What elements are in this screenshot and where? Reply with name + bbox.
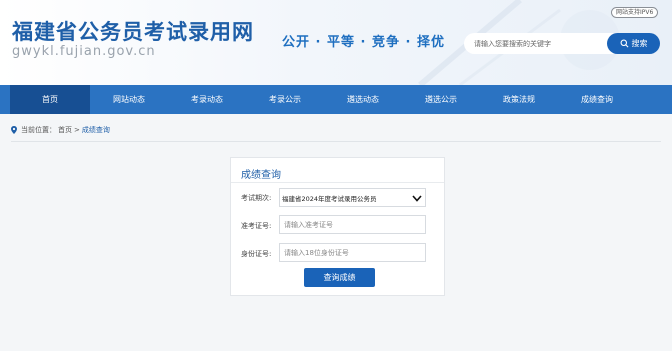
- exam-period-select[interactable]: 福建省2024年度考试录用公务员: [279, 188, 426, 207]
- nav-item-policies[interactable]: 政策法规: [480, 85, 558, 114]
- admission-number-label: 准考证号:: [241, 222, 272, 230]
- breadcrumb-separator: >: [74, 126, 80, 134]
- exam-period-label: 考试期次:: [241, 194, 272, 202]
- nav-item-score-query[interactable]: 成绩查询: [558, 85, 636, 114]
- nav-item-exam-news[interactable]: 考录动态: [168, 85, 246, 114]
- score-query-panel: 成绩查询 考试期次: 福建省2024年度考试录用公务员 准考证号: 身份证号: …: [230, 157, 445, 296]
- breadcrumb-home-link[interactable]: 首页: [58, 125, 72, 135]
- nav-item-site-news[interactable]: 网站动态: [90, 85, 168, 114]
- query-score-button[interactable]: 查询成绩: [304, 268, 375, 287]
- breadcrumb-current: 成绩查询: [81, 126, 110, 134]
- panel-title-divider: [231, 182, 444, 183]
- chevron-down-icon: [412, 195, 422, 202]
- site-domain: gwykl.fujian.gov.cn: [12, 44, 156, 59]
- ipv6-badge: 网站支持IPV6: [611, 7, 659, 18]
- admission-number-input[interactable]: [279, 215, 426, 234]
- site-title[interactable]: 福建省公务员考试录用网: [12, 16, 254, 46]
- id-number-label: 身份证号:: [241, 250, 272, 258]
- id-number-input[interactable]: [279, 243, 426, 262]
- search-icon: [620, 39, 628, 48]
- nav-item-home[interactable]: 首页: [10, 85, 90, 114]
- panel-title: 成绩查询: [241, 170, 281, 181]
- search-button-label: 搜索: [631, 39, 648, 48]
- search-button[interactable]: 搜索: [607, 33, 660, 54]
- nav-item-selection-notices[interactable]: 遴选公示: [402, 85, 480, 114]
- main-navigation: 首页 网站动态 考录动态 考录公示 遴选动态 遴选公示 政策法规 成绩查询: [0, 85, 672, 114]
- site-header: 福建省公务员考试录用网 gwykl.fujian.gov.cn 公开 · 平等 …: [0, 0, 672, 85]
- search-input[interactable]: [464, 33, 614, 54]
- location-pin-icon: [11, 126, 17, 134]
- site-slogan: 公开 · 平等 · 竞争 · 择优: [282, 35, 445, 50]
- breadcrumb-divider: [11, 141, 661, 142]
- exam-period-value: 福建省2024年度考试录用公务员: [282, 194, 377, 203]
- breadcrumb: 当前位置： 首页 > 成绩查询: [11, 125, 110, 135]
- nav-item-exam-notices[interactable]: 考录公示: [246, 85, 324, 114]
- breadcrumb-prefix: 当前位置：: [21, 126, 56, 134]
- nav-item-selection-news[interactable]: 遴选动态: [324, 85, 402, 114]
